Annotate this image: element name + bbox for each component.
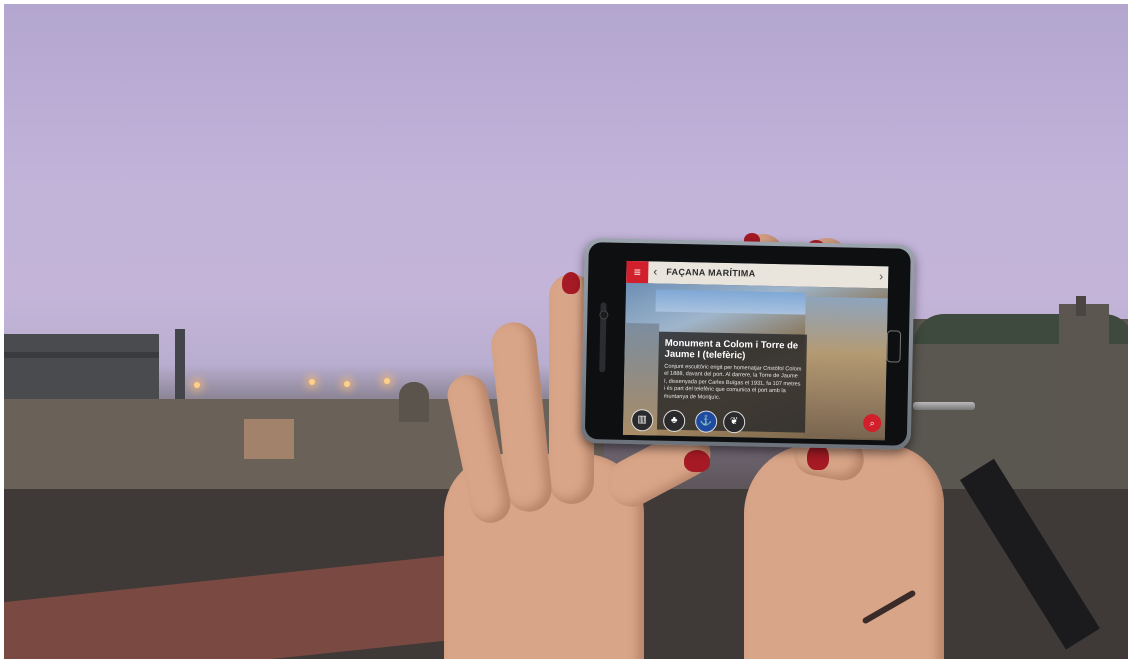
city-light (194, 382, 200, 388)
chevron-right-icon[interactable]: › (879, 269, 883, 283)
chevron-left-icon[interactable]: ‹ (653, 264, 657, 278)
nail (562, 272, 580, 294)
dome (399, 382, 429, 422)
home-button[interactable] (886, 330, 902, 363)
city-light (384, 378, 390, 384)
ar-camera-view[interactable]: Monument a Colom i Torre de Jaume I (tel… (622, 282, 889, 441)
poi-title: Monument a Colom i Torre de Jaume I (tel… (664, 337, 799, 362)
spire (1076, 296, 1086, 316)
building-stripe (4, 352, 159, 358)
app-screen: ≡ ‹ FAÇANA MARÍTIMA › Monument a Colom i… (622, 260, 889, 441)
nail (684, 450, 710, 472)
front-camera (599, 310, 609, 320)
tower (175, 329, 185, 399)
bell-tower (1059, 304, 1109, 499)
poi-description: Conjunt escultòric erigit per homenatjar… (663, 363, 802, 401)
poi-thumbnail[interactable] (655, 289, 806, 315)
page-title: FAÇANA MARÍTIMA (666, 266, 756, 279)
city-light (344, 381, 350, 387)
hamburger-menu-icon[interactable]: ≡ (626, 260, 649, 284)
headphone-plug (913, 402, 975, 410)
city-light (309, 379, 315, 385)
smartphone: ≡ ‹ FAÇANA MARÍTIMA › Monument a Colom i… (580, 238, 915, 450)
building (244, 419, 294, 459)
phone-face: ≡ ‹ FAÇANA MARÍTIMA › Monument a Colom i… (584, 242, 911, 446)
photo-scene (4, 4, 1128, 659)
